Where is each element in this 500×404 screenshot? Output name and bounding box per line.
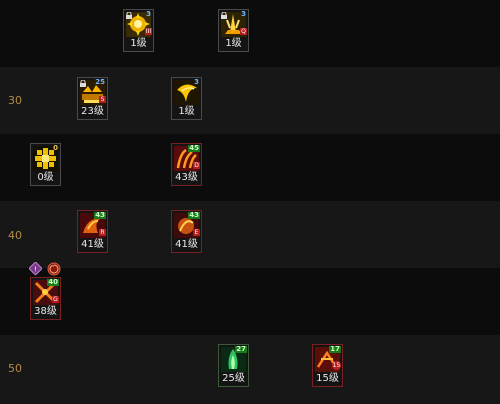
lock-icon (221, 12, 227, 19)
row-band (0, 201, 500, 268)
skill-level-text: 1级 (178, 106, 195, 117)
skill-max-badge: 3 (146, 10, 151, 18)
skill-level-text: 15级 (316, 373, 339, 384)
row-band (0, 268, 500, 335)
skill-slot-flower[interactable]: 0 0级 (30, 143, 61, 186)
skill-max-badge: 17 (329, 345, 341, 353)
skill-max-badge: 3 (194, 78, 199, 86)
skill-slot-dragon-flame[interactable]: 43 R 41级 (77, 210, 108, 253)
skill-level-text: 0级 (37, 172, 54, 183)
skill-level-text: 41级 (175, 239, 198, 250)
level-label-50: 50 (8, 362, 22, 375)
skill-level-text: 1级 (130, 38, 147, 49)
skill-key-marker: D (193, 162, 200, 169)
skill-max-badge: 45 (188, 144, 200, 152)
skill-max-badge: 40 (47, 278, 59, 286)
skill-key-marker: G (52, 296, 59, 303)
skill-slot-claw-flame[interactable]: 45 D 43级 (171, 143, 202, 186)
row-band (0, 134, 500, 201)
skill-key-marker: E (193, 229, 200, 236)
skill-slot-phoenix[interactable]: 17 15 15级 (312, 344, 343, 387)
purple-rune-icon: ! (29, 262, 42, 275)
skill-level-text: 1级 (225, 38, 242, 49)
skill-level-text: 23级 (81, 106, 104, 117)
row-band (0, 0, 500, 67)
lock-icon (126, 12, 132, 19)
skill-max-badge: 25 (95, 78, 105, 86)
skill-slot-meteor[interactable]: 25 S 23级 (77, 77, 108, 120)
level-label-30: 30 (8, 94, 22, 107)
spiral-rune-icon (47, 262, 61, 276)
skill-slot-flame-pillar[interactable]: 3 Q 1级 (218, 9, 249, 52)
skill-key-marker: S (99, 96, 106, 103)
skill-slot-green-fire[interactable]: 27 25级 (218, 344, 249, 387)
skill-key-marker: 15 (332, 361, 341, 370)
skill-slot-fireball[interactable]: 3 1级 (171, 77, 202, 120)
svg-text:!: ! (34, 266, 37, 274)
skill-max-badge: 0 (53, 144, 58, 152)
skill-max-badge: 43 (94, 211, 106, 219)
skill-level-text: 41级 (81, 239, 104, 250)
skill-key-marker: R (99, 229, 106, 236)
row-band (0, 67, 500, 134)
skill-max-badge: 3 (241, 10, 246, 18)
skill-max-badge: 43 (188, 211, 200, 219)
skill-level-text: 38级 (34, 306, 57, 317)
lock-icon (80, 80, 86, 87)
skill-slot-flame-wave[interactable]: 43 E 41级 (171, 210, 202, 253)
skill-key-marker: Q (240, 28, 247, 35)
skill-slot-crossed-flame[interactable]: 40 G 38级 (30, 277, 61, 320)
skill-level-text: 25级 (222, 373, 245, 384)
skill-max-badge: 27 (235, 345, 247, 353)
level-label-40: 40 (8, 229, 22, 242)
skill-slot-sun-burst[interactable]: 3 III 1级 (123, 9, 154, 52)
skill-level-text: 43级 (175, 172, 198, 183)
skill-key-marker: III (145, 28, 152, 35)
row-band (0, 335, 500, 404)
